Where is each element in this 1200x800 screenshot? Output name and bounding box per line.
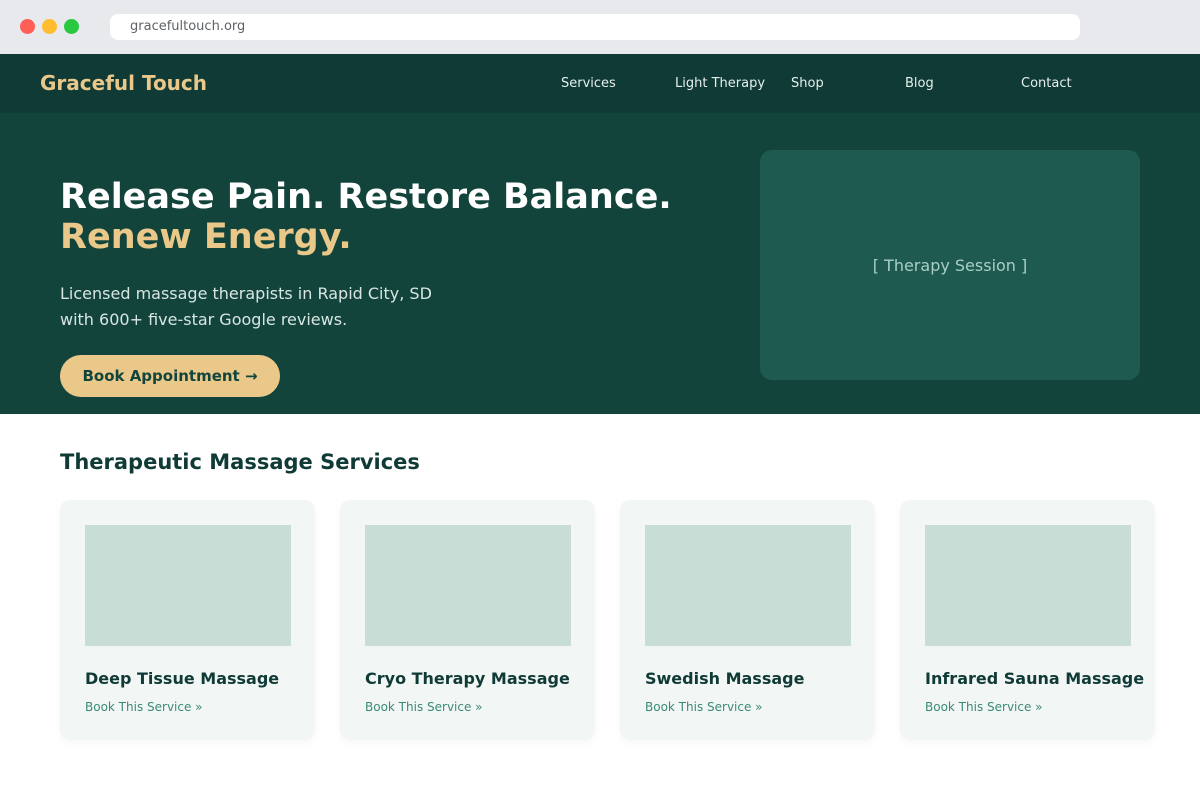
book-service-link[interactable]: Book This Service » xyxy=(645,700,763,714)
hero-headline-accent: Renew Energy. xyxy=(60,217,352,257)
site-nav: Graceful Touch Services Light Therapy Sh… xyxy=(0,54,1200,113)
browser-chrome: gracefultouch.org xyxy=(0,0,1200,54)
hero-section: Release Pain. Restore Balance. Renew Ene… xyxy=(0,113,1200,414)
nav-link-light-therapy[interactable]: Light Therapy xyxy=(675,54,765,113)
book-service-link[interactable]: Book This Service » xyxy=(85,700,203,714)
service-image xyxy=(365,525,571,646)
service-card: Deep Tissue Massage Book This Service » xyxy=(60,500,315,740)
book-service-link[interactable]: Book This Service » xyxy=(365,700,483,714)
hero-subtext-line: Licensed massage therapists in Rapid Cit… xyxy=(60,284,432,303)
service-title: Deep Tissue Massage xyxy=(85,669,280,688)
close-window-icon[interactable] xyxy=(20,19,35,34)
service-image xyxy=(645,525,851,646)
hero-subtext: Licensed massage therapists in Rapid Cit… xyxy=(60,281,500,333)
service-title: Infrared Sauna Massage xyxy=(925,669,1145,688)
nav-link-shop[interactable]: Shop xyxy=(791,54,824,113)
service-title: Swedish Massage xyxy=(645,669,805,688)
minimize-window-icon[interactable] xyxy=(42,19,57,34)
maximize-window-icon[interactable] xyxy=(64,19,79,34)
hero-subtext-line: with 600+ five-star Google reviews. xyxy=(60,310,348,329)
site-logo[interactable]: Graceful Touch xyxy=(40,54,207,113)
service-card: Infrared Sauna Massage Book This Service… xyxy=(900,500,1155,740)
hero-headline: Release Pain. Restore Balance. xyxy=(60,177,672,217)
book-service-link[interactable]: Book This Service » xyxy=(925,700,1043,714)
service-image xyxy=(85,525,291,646)
book-appointment-button[interactable]: Book Appointment → xyxy=(60,355,280,397)
image-placeholder-label: [ Therapy Session ] xyxy=(872,255,1028,275)
therapy-session-image: [ Therapy Session ] xyxy=(760,150,1140,380)
service-card: Swedish Massage Book This Service » xyxy=(620,500,875,740)
nav-link-blog[interactable]: Blog xyxy=(905,54,934,113)
service-card: Cryo Therapy Massage Book This Service » xyxy=(340,500,595,740)
services-heading: Therapeutic Massage Services xyxy=(60,450,420,474)
service-title: Cryo Therapy Massage xyxy=(365,669,570,688)
nav-link-services[interactable]: Services xyxy=(561,54,616,113)
address-bar[interactable]: gracefultouch.org xyxy=(110,14,1080,40)
service-image xyxy=(925,525,1131,646)
nav-link-contact[interactable]: Contact xyxy=(1021,54,1072,113)
